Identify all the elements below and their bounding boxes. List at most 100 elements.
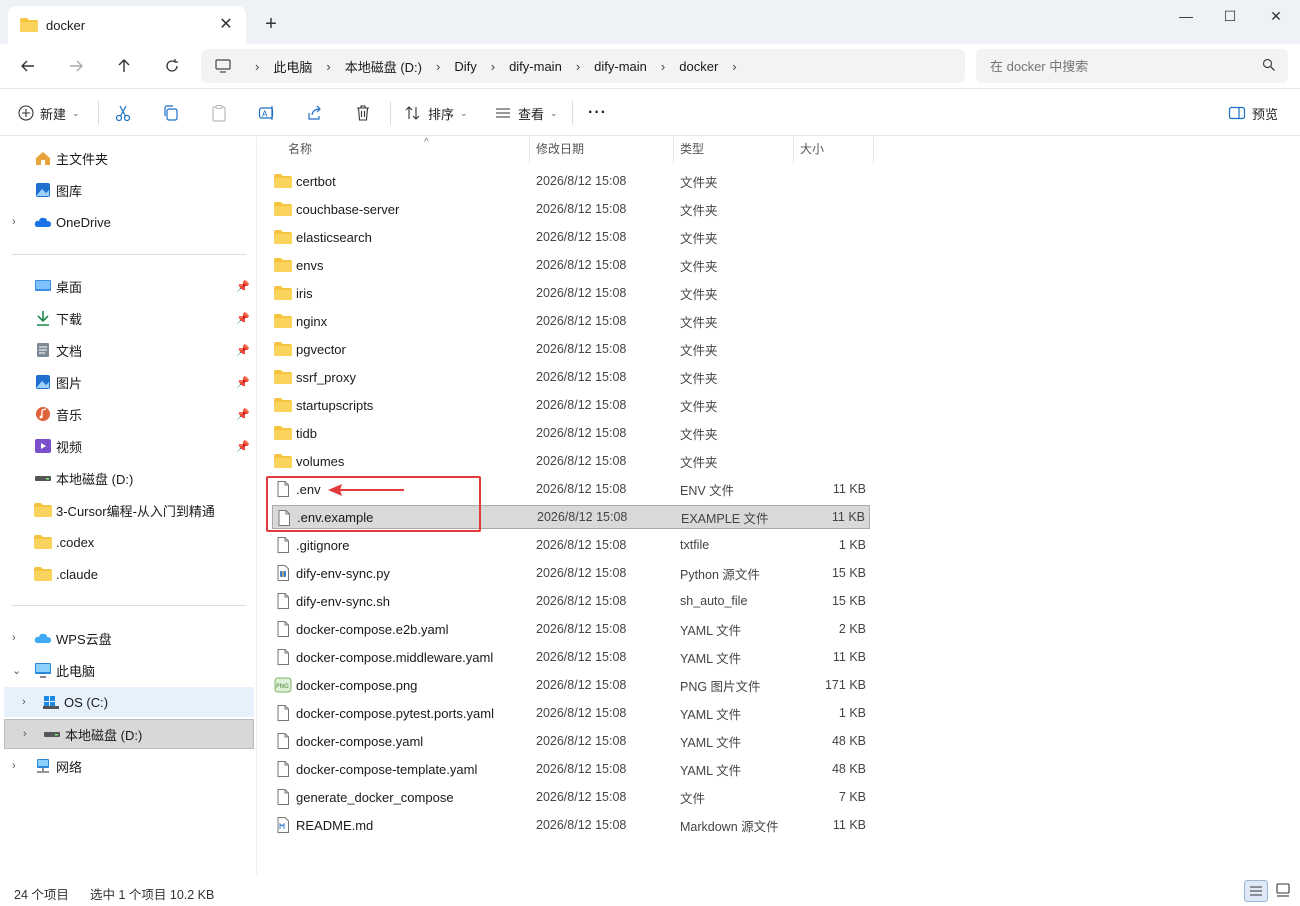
file-row[interactable]: iris 2026/8/12 15:08 文件夹 — [272, 281, 870, 305]
breadcrumb-item[interactable]: docker — [679, 59, 718, 74]
sidebar-item-documents[interactable]: 文档 📌 — [4, 335, 254, 365]
refresh-button[interactable] — [158, 52, 186, 80]
search-box[interactable] — [976, 49, 1288, 83]
cut-button[interactable] — [114, 100, 132, 126]
pin-icon[interactable]: 📌 — [236, 376, 250, 389]
close-tab-icon[interactable]: ✕ — [216, 15, 236, 35]
breadcrumb-item[interactable]: dify-main — [594, 59, 647, 74]
file-row[interactable]: ssrf_proxy 2026/8/12 15:08 文件夹 — [272, 365, 870, 389]
chevron-right-icon[interactable]: › — [22, 696, 26, 708]
file-row[interactable]: docker-compose.middleware.yaml 2026/8/12 … — [272, 645, 870, 669]
sidebar-item-drive-d[interactable]: 本地磁盘 (D:) — [4, 463, 254, 493]
sidebar-item-music[interactable]: 音乐 📌 — [4, 399, 254, 429]
copy-button[interactable] — [162, 100, 180, 126]
file-row[interactable]: generate_docker_compose 2026/8/12 15:08 文件… — [272, 785, 870, 809]
sidebar-item-label: 文档 — [56, 343, 83, 359]
file-row[interactable]: couchbase-server 2026/8/12 15:08 文件夹 — [272, 197, 870, 221]
chevron-down-icon[interactable]: ⌄ — [12, 664, 21, 677]
file-row[interactable]: .gitignore 2026/8/12 15:08 txtfile 1 KB — [272, 533, 870, 557]
file-row[interactable]: PNG docker-compose.png 2026/8/12 15:08 PNG … — [272, 673, 870, 697]
minimize-button[interactable]: — — [1164, 4, 1208, 28]
file-row[interactable]: dify-env-sync.py 2026/8/12 15:08 Python 源文… — [272, 561, 870, 585]
file-row[interactable]: docker-compose-template.yaml 2026/8/12 15… — [272, 757, 870, 781]
file-icon — [274, 705, 292, 721]
file-size: 11 KB — [832, 482, 866, 496]
chevron-right-icon[interactable]: › — [732, 59, 736, 74]
chevron-right-icon[interactable]: › — [576, 59, 580, 74]
column-header-name[interactable]: 名称 ^ — [280, 137, 530, 163]
up-button[interactable] — [110, 52, 138, 80]
sort-button[interactable]: 排序 ⌄ — [404, 100, 468, 126]
new-button[interactable]: 新建 ⌄ — [18, 100, 80, 126]
column-header-size[interactable]: 大小 — [792, 137, 874, 163]
sidebar-item-cursor-course[interactable]: 3-Cursor编程-从入门到精通 — [4, 495, 254, 525]
file-row[interactable]: docker-compose.yaml 2026/8/12 15:08 YAML 文… — [272, 729, 870, 753]
address-bar[interactable]: › 此电脑 › 本地磁盘 (D:) › Dify › dify-main › dify-main ›… — [201, 49, 965, 83]
pin-icon[interactable]: 📌 — [236, 440, 250, 453]
sidebar-item-downloads[interactable]: 下载 📌 — [4, 303, 254, 333]
breadcrumb-item[interactable]: 本地磁盘 (D:) — [345, 57, 422, 76]
pin-icon[interactable]: 📌 — [236, 344, 250, 357]
breadcrumb-item[interactable]: 此电脑 — [273, 57, 312, 76]
chevron-right-icon[interactable]: › — [23, 728, 27, 740]
tab-docker[interactable]: docker ✕ — [8, 6, 246, 44]
sidebar-item-drive-d-tree[interactable]: › 本地磁盘 (D:) — [4, 719, 254, 749]
file-row[interactable]: startupscripts 2026/8/12 15:08 文件夹 — [272, 393, 870, 417]
file-row[interactable]: docker-compose.e2b.yaml 2026/8/12 15:08 YA… — [272, 617, 870, 641]
breadcrumb-item[interactable]: Dify — [454, 59, 476, 74]
delete-button[interactable] — [354, 100, 372, 126]
chevron-right-icon[interactable]: › — [12, 216, 16, 228]
file-row[interactable]: tidb 2026/8/12 15:08 文件夹 — [272, 421, 870, 445]
navigation-bar: › 此电脑 › 本地磁盘 (D:) › Dify › dify-main › dify-main ›… — [0, 44, 1300, 88]
chevron-right-icon[interactable]: › — [436, 59, 440, 74]
sidebar-item-this-pc[interactable]: ⌄ 此电脑 — [4, 655, 254, 685]
file-row[interactable]: elasticsearch 2026/8/12 15:08 文件夹 — [272, 225, 870, 249]
forward-button[interactable] — [62, 52, 90, 80]
sidebar-item-network[interactable]: › 网络 — [4, 751, 254, 781]
sidebar-item-codex[interactable]: .codex — [4, 527, 254, 557]
file-row[interactable]: docker-compose.pytest.ports.yaml 2026/8/1… — [272, 701, 870, 725]
file-row[interactable]: README.md 2026/8/12 15:08 Markdown 源文件 11 K… — [272, 813, 870, 837]
sidebar-item-wps-cloud[interactable]: › WPS云盘 — [4, 623, 254, 653]
file-row[interactable]: volumes 2026/8/12 15:08 文件夹 — [272, 449, 870, 473]
maximize-button[interactable]: ☐ — [1208, 4, 1252, 28]
view-button[interactable]: 查看 ⌄ — [494, 100, 558, 126]
chevron-right-icon[interactable]: › — [12, 760, 16, 772]
chevron-right-icon[interactable]: › — [326, 59, 330, 74]
file-row[interactable]: nginx 2026/8/12 15:08 文件夹 — [272, 309, 870, 333]
sidebar-item-onedrive[interactable]: › OneDrive — [4, 207, 254, 237]
pin-icon[interactable]: 📌 — [236, 408, 250, 421]
sidebar-item-home[interactable]: 主文件夹 — [4, 143, 254, 173]
sidebar-item-desktop[interactable]: 桌面 📌 — [4, 271, 254, 301]
share-button[interactable] — [306, 100, 324, 126]
close-window-button[interactable]: ✕ — [1254, 4, 1298, 28]
sidebar-item-videos[interactable]: 视频 📌 — [4, 431, 254, 461]
file-row[interactable]: pgvector 2026/8/12 15:08 文件夹 — [272, 337, 870, 361]
chevron-right-icon[interactable]: › — [255, 59, 259, 74]
file-row[interactable]: envs 2026/8/12 15:08 文件夹 — [272, 253, 870, 277]
pin-icon[interactable]: 📌 — [236, 312, 250, 325]
sidebar-item-drive-c[interactable]: › OS (C:) — [4, 687, 254, 717]
back-button[interactable] — [14, 52, 42, 80]
sidebar-item-pictures[interactable]: 图片 📌 — [4, 367, 254, 397]
file-row[interactable]: certbot 2026/8/12 15:08 文件夹 — [272, 169, 870, 193]
details-view-button[interactable] — [1244, 880, 1268, 902]
chevron-right-icon[interactable]: › — [491, 59, 495, 74]
file-size: 15 KB — [831, 566, 866, 580]
rename-button[interactable]: A — [258, 100, 276, 126]
tiles-view-button[interactable] — [1272, 880, 1296, 902]
breadcrumb-item[interactable]: dify-main — [509, 59, 562, 74]
sidebar-item-gallery[interactable]: 图库 — [4, 175, 254, 205]
file-row[interactable]: dify-env-sync.sh 2026/8/12 15:08 sh_auto_f… — [272, 589, 870, 613]
column-header-type[interactable]: 类型 — [672, 137, 794, 163]
column-header-date[interactable]: 修改日期 — [528, 137, 674, 163]
search-input[interactable] — [976, 49, 1246, 83]
new-tab-button[interactable]: + — [258, 12, 284, 38]
sidebar-item-claude[interactable]: .claude — [4, 559, 254, 589]
more-options-button[interactable]: ··· — [588, 100, 607, 126]
chevron-right-icon[interactable]: › — [12, 632, 16, 644]
paste-button[interactable] — [210, 100, 228, 126]
pin-icon[interactable]: 📌 — [236, 280, 250, 293]
chevron-right-icon[interactable]: › — [661, 59, 665, 74]
preview-button[interactable]: 预览 — [1228, 100, 1278, 126]
